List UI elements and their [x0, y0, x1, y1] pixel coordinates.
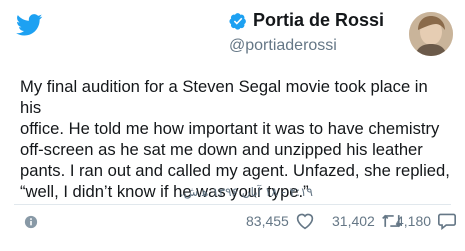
retweet-button[interactable]: 31,402 — [332, 212, 403, 230]
author-line: Portia de Rossi — [167, 10, 397, 31]
display-name[interactable]: Portia de Rossi — [253, 10, 384, 31]
reply-bubble-icon — [438, 213, 457, 230]
action-bar: 83,455 31,402 4,180 — [0, 208, 465, 236]
twitter-bird-icon[interactable] — [16, 14, 43, 36]
verified-badge-icon — [229, 12, 246, 30]
author-block[interactable]: Portia de Rossi @portiaderossi — [167, 10, 397, 55]
like-count: 83,455 — [246, 213, 289, 229]
divider — [14, 204, 451, 205]
reply-count: 4,180 — [396, 213, 432, 229]
retweet-count: 31,402 — [332, 213, 375, 229]
tweet-text: My final audition for a Steven Segal mov… — [20, 77, 450, 201]
user-handle[interactable]: @portiaderossi — [167, 37, 397, 55]
tweet-card: Portia de Rossi @portiaderossi My final … — [0, 0, 465, 251]
reply-button[interactable]: 4,180 — [396, 212, 457, 230]
avatar[interactable] — [409, 12, 453, 56]
info-icon[interactable] — [24, 215, 38, 229]
avatar-photo — [409, 12, 453, 56]
like-button[interactable]: 83,455 — [246, 212, 315, 230]
tweet-timestamp[interactable]: ۲:۱۹ - ۱۸ آبان ۱۳۹۶ ه‍.ش. — [180, 185, 313, 199]
heart-icon — [296, 213, 314, 230]
